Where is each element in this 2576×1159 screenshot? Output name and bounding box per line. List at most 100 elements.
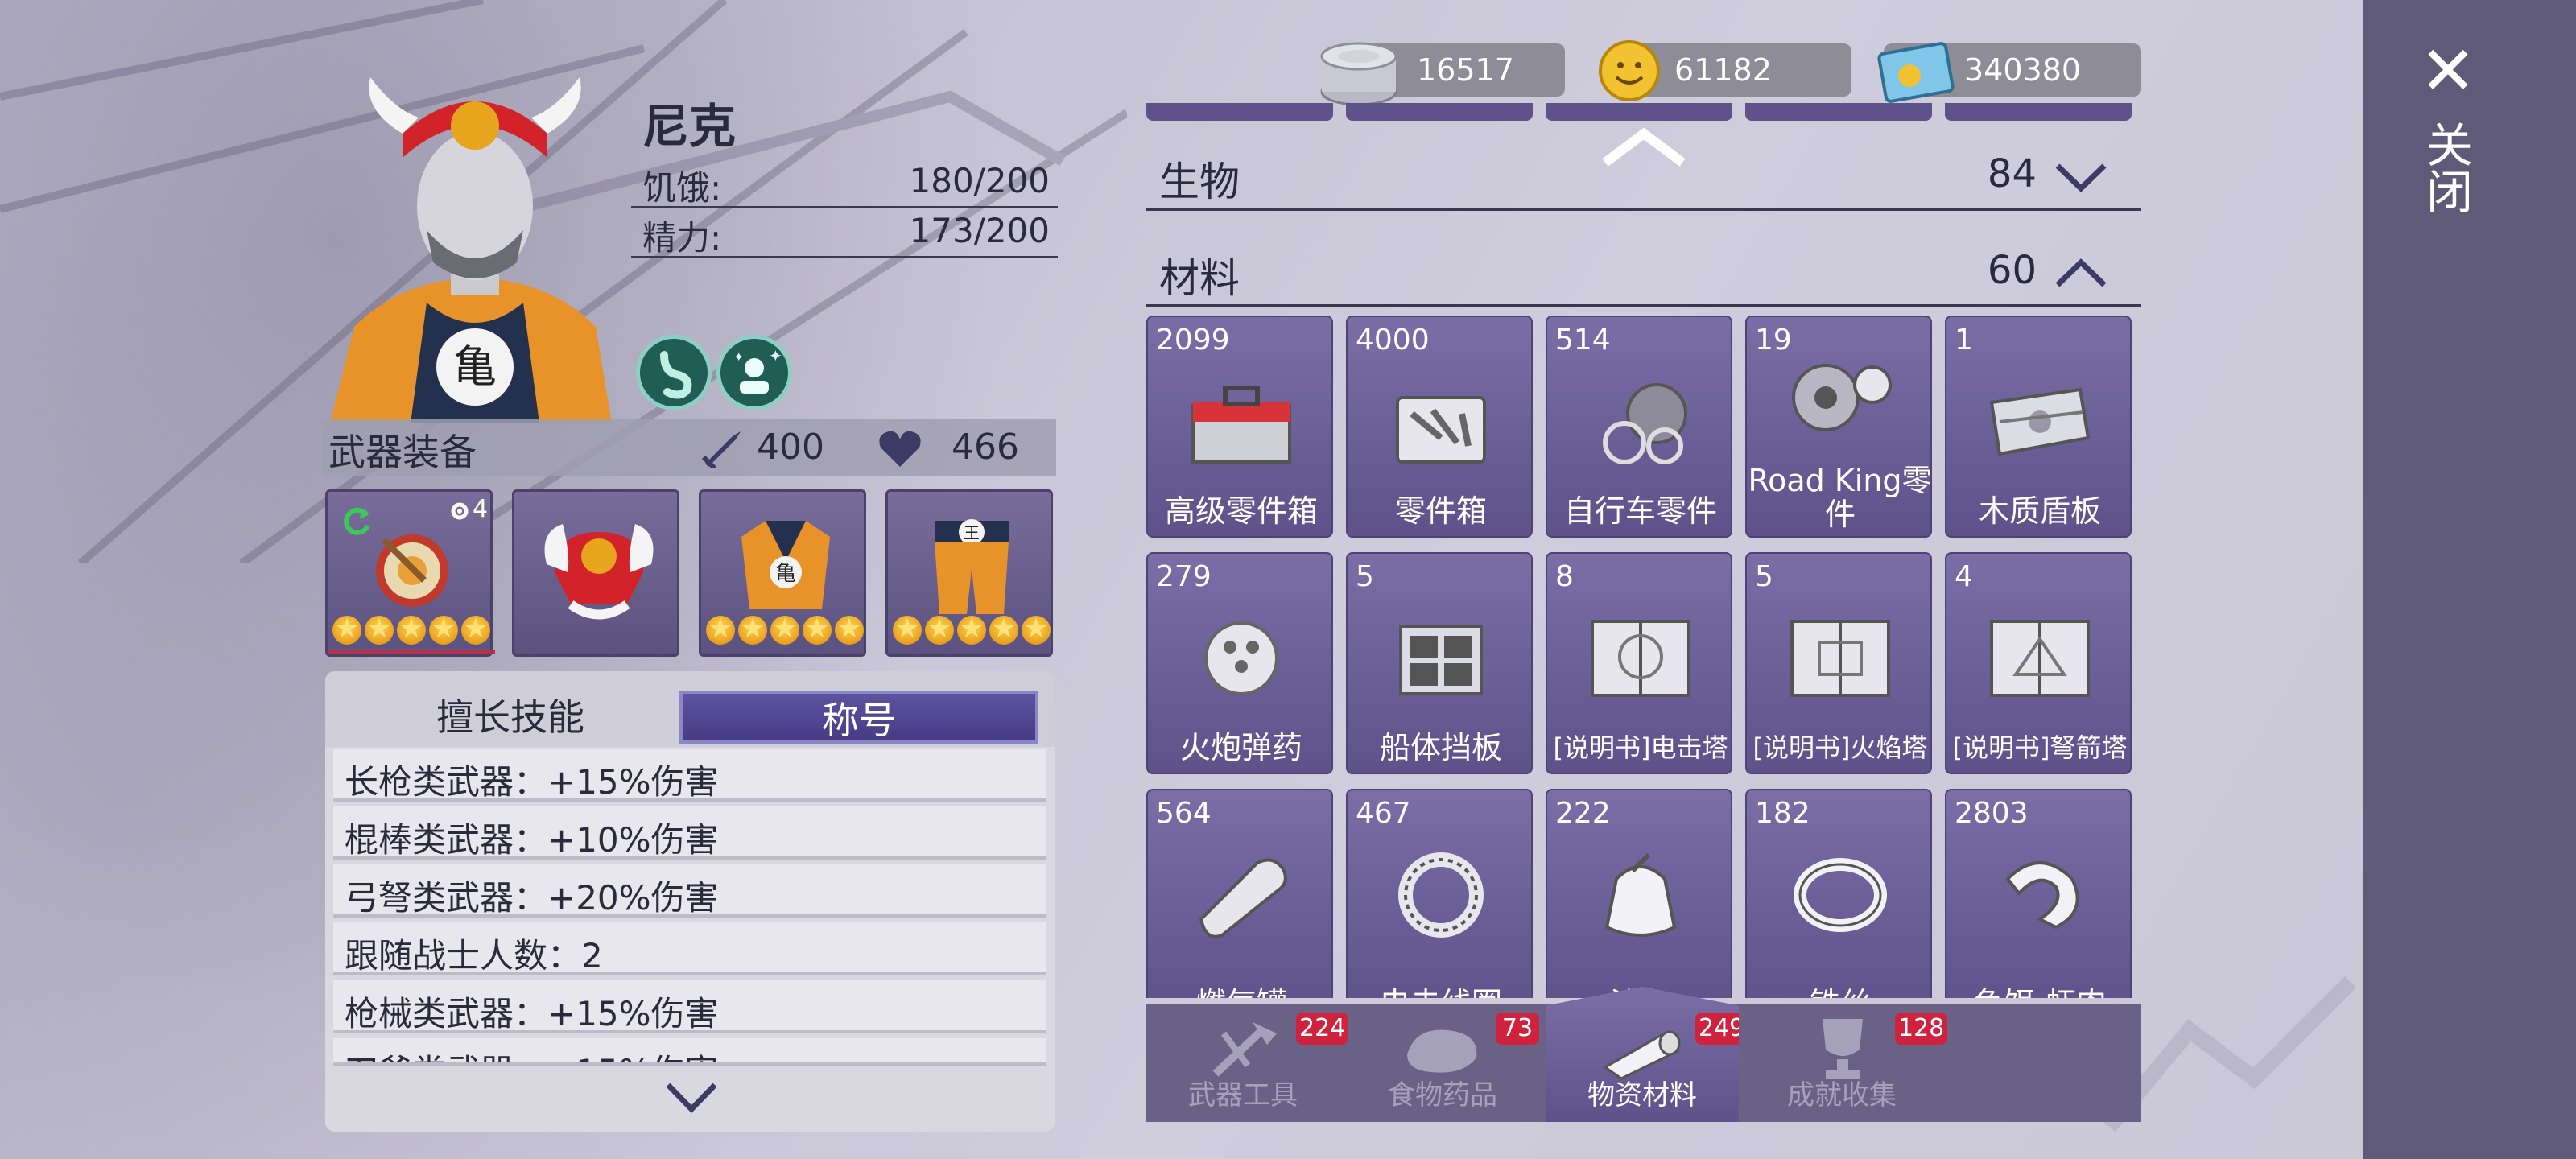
skill-row-text: 跟随战士人数：2	[345, 936, 603, 975]
item-tile[interactable]: 19 Road King零件	[1745, 316, 1932, 538]
item-count: 279	[1156, 560, 1212, 593]
badge-count: 224	[1296, 1013, 1349, 1045]
skills-panel: 擅长技能 称号 长枪类武器：+15%伤害 棍棒类武器：+10%伤害 弓弩类武器：…	[325, 671, 1055, 1132]
skill-row-text: 刀斧类武器：+15%伤害	[345, 1045, 719, 1062]
item-name: 燃气罐	[1148, 987, 1331, 998]
tab-food-medicine[interactable]: 73 食物药品	[1346, 1004, 1539, 1122]
svg-text:✦: ✦	[769, 346, 782, 365]
chevron-down-icon[interactable]	[663, 1077, 720, 1117]
tab-titles[interactable]: 称号	[679, 691, 1038, 744]
equipment-header: 武器装备 400 466	[322, 419, 1056, 476]
tab-weapons-tools[interactable]: 224 武器工具	[1146, 1004, 1349, 1122]
skill-row: 棍棒类武器：+10%伤害	[333, 806, 1046, 860]
turtle-gi-shirt-icon: 亀	[741, 521, 830, 609]
item-tile[interactable]: 467 电击线圈	[1346, 789, 1533, 998]
nav-label: 物资材料	[1587, 1079, 1697, 1112]
item-tile[interactable]: 279 火炮弹药	[1146, 552, 1333, 774]
item-name: 自行车零件	[1563, 493, 1717, 529]
item-tile[interactable]: 4000 零件箱	[1346, 316, 1533, 538]
item-tile[interactable]: 182 铁丝	[1745, 789, 1932, 998]
gear-parts-icon	[1792, 364, 1892, 431]
skill-row-text: 长枪类武器：+15%伤害	[345, 762, 719, 802]
badge-count: 249	[1695, 1013, 1739, 1045]
materials-grid: 2099 高级零件箱 4000 零件箱 514 自行车零件 19 Road Ki…	[1146, 316, 2141, 998]
character-name: 尼克	[642, 99, 737, 154]
weapon-durability-bar	[328, 650, 495, 654]
hull-panel-icon	[1399, 625, 1483, 695]
tab-specialty-skills[interactable]: 擅长技能	[349, 691, 671, 744]
nav-label: 武器工具	[1188, 1079, 1298, 1112]
bottom-nav: 224 武器工具 73 食物药品 249 物资材料 128 成就收集	[1146, 987, 2141, 1122]
health-value: 466	[952, 427, 1019, 468]
svg-text:亀: 亀	[453, 341, 497, 392]
parts-case-icon	[1396, 396, 1486, 464]
electric-coil-icon	[1398, 852, 1484, 938]
item-tile[interactable]: 514 自行车零件	[1546, 316, 1732, 538]
equip-slot-head[interactable]	[512, 489, 679, 657]
item-name: 木质盾板	[1978, 493, 2101, 529]
item-tile[interactable]: 222 沙包	[1546, 789, 1732, 998]
badge-count: 128	[1895, 1013, 1948, 1045]
skill-row: 刀斧类武器：+15%伤害	[333, 1038, 1046, 1066]
meat-icon	[1407, 1029, 1477, 1073]
item-tile[interactable]: 2803 鱼饵-虾肉	[1945, 789, 2132, 998]
sandbag-icon	[1604, 852, 1677, 937]
item-name: Road King零件	[1748, 463, 1932, 532]
item-count: 4000	[1356, 324, 1430, 357]
item-tile[interactable]: 1 木质盾板	[1945, 316, 2132, 538]
blueprint-book-icon	[1990, 620, 2090, 697]
skill-row-text: 枪械类武器：+15%伤害	[345, 994, 719, 1033]
skill-row-text: 棍棒类武器：+10%伤害	[345, 820, 719, 860]
gas-canister-icon	[1199, 858, 1287, 938]
skills-tab-bar: 擅长技能 称号	[325, 671, 1055, 747]
category-materials[interactable]: 材料 60	[1146, 240, 2141, 307]
item-tile[interactable]: 564 燃气罐	[1146, 789, 1333, 998]
close-label[interactable]: 关闭	[2418, 121, 2473, 214]
svg-text:✦: ✦	[733, 349, 744, 365]
chevron-up-icon[interactable]	[2053, 256, 2109, 291]
sparkle-person-icon[interactable]: ✦ ✦	[716, 335, 792, 410]
ticket-card-icon	[1877, 42, 1955, 103]
energy-value: 173/200	[909, 211, 1050, 250]
equip-slot-legs[interactable]: 王	[886, 489, 1053, 657]
equipment-title: 武器装备	[328, 431, 477, 474]
chevron-down-icon[interactable]	[2053, 159, 2109, 195]
item-tile[interactable]: 8 [说明书]电击塔	[1546, 552, 1732, 774]
stomach-icon[interactable]	[636, 335, 712, 410]
item-count: 222	[1555, 797, 1611, 830]
item-tile[interactable]: 5 船体挡板	[1346, 552, 1533, 774]
log-wood-icon	[1603, 1030, 1681, 1079]
drum-weapon-icon	[376, 534, 448, 607]
item-tile[interactable]: 4 [说明书]弩箭塔	[1945, 552, 2132, 774]
item-count: 514	[1555, 324, 1611, 357]
svg-text:王: 王	[964, 523, 980, 542]
item-count: 8	[1555, 560, 1574, 593]
currency-silver-value: 16517	[1417, 52, 1514, 88]
attack-value: 400	[757, 427, 824, 468]
tab-achievements[interactable]: 128 成就收集	[1745, 1004, 1948, 1122]
item-tile[interactable]: 2099 高级零件箱	[1146, 316, 1333, 538]
red-toolbox-icon	[1191, 386, 1291, 464]
item-name: 零件箱	[1394, 493, 1487, 529]
close-icon[interactable]: ✕	[2412, 37, 2484, 105]
equip-slot-weapon[interactable]: 4	[325, 489, 495, 657]
item-count: 2099	[1156, 324, 1230, 357]
skill-row: 枪械类武器：+15%伤害	[333, 980, 1046, 1033]
category-creatures[interactable]: 生物 84	[1146, 143, 2141, 211]
weapon-stars	[332, 612, 490, 645]
tab-supplies-materials[interactable]: 249 物资材料	[1546, 987, 1739, 1122]
item-name: [说明书]火焰塔	[1752, 732, 1928, 763]
hunger-label: 饥饿:	[642, 168, 722, 208]
shrimp-bait-icon	[2005, 861, 2079, 930]
item-count: 4	[1955, 560, 1973, 593]
legs-stars	[893, 612, 1051, 645]
nav-label: 成就收集	[1787, 1079, 1897, 1112]
equip-slot-body[interactable]: 亀	[699, 489, 866, 657]
item-tile[interactable]: 5 [说明书]火焰塔	[1745, 552, 1932, 774]
item-count: 5	[1356, 560, 1374, 593]
nav-label: 食物药品	[1388, 1079, 1497, 1112]
item-count: 467	[1356, 797, 1411, 830]
skill-row: 长枪类武器：+15%伤害	[333, 749, 1046, 802]
body-stars	[706, 612, 864, 645]
previous-row-stubs	[1146, 103, 2141, 122]
